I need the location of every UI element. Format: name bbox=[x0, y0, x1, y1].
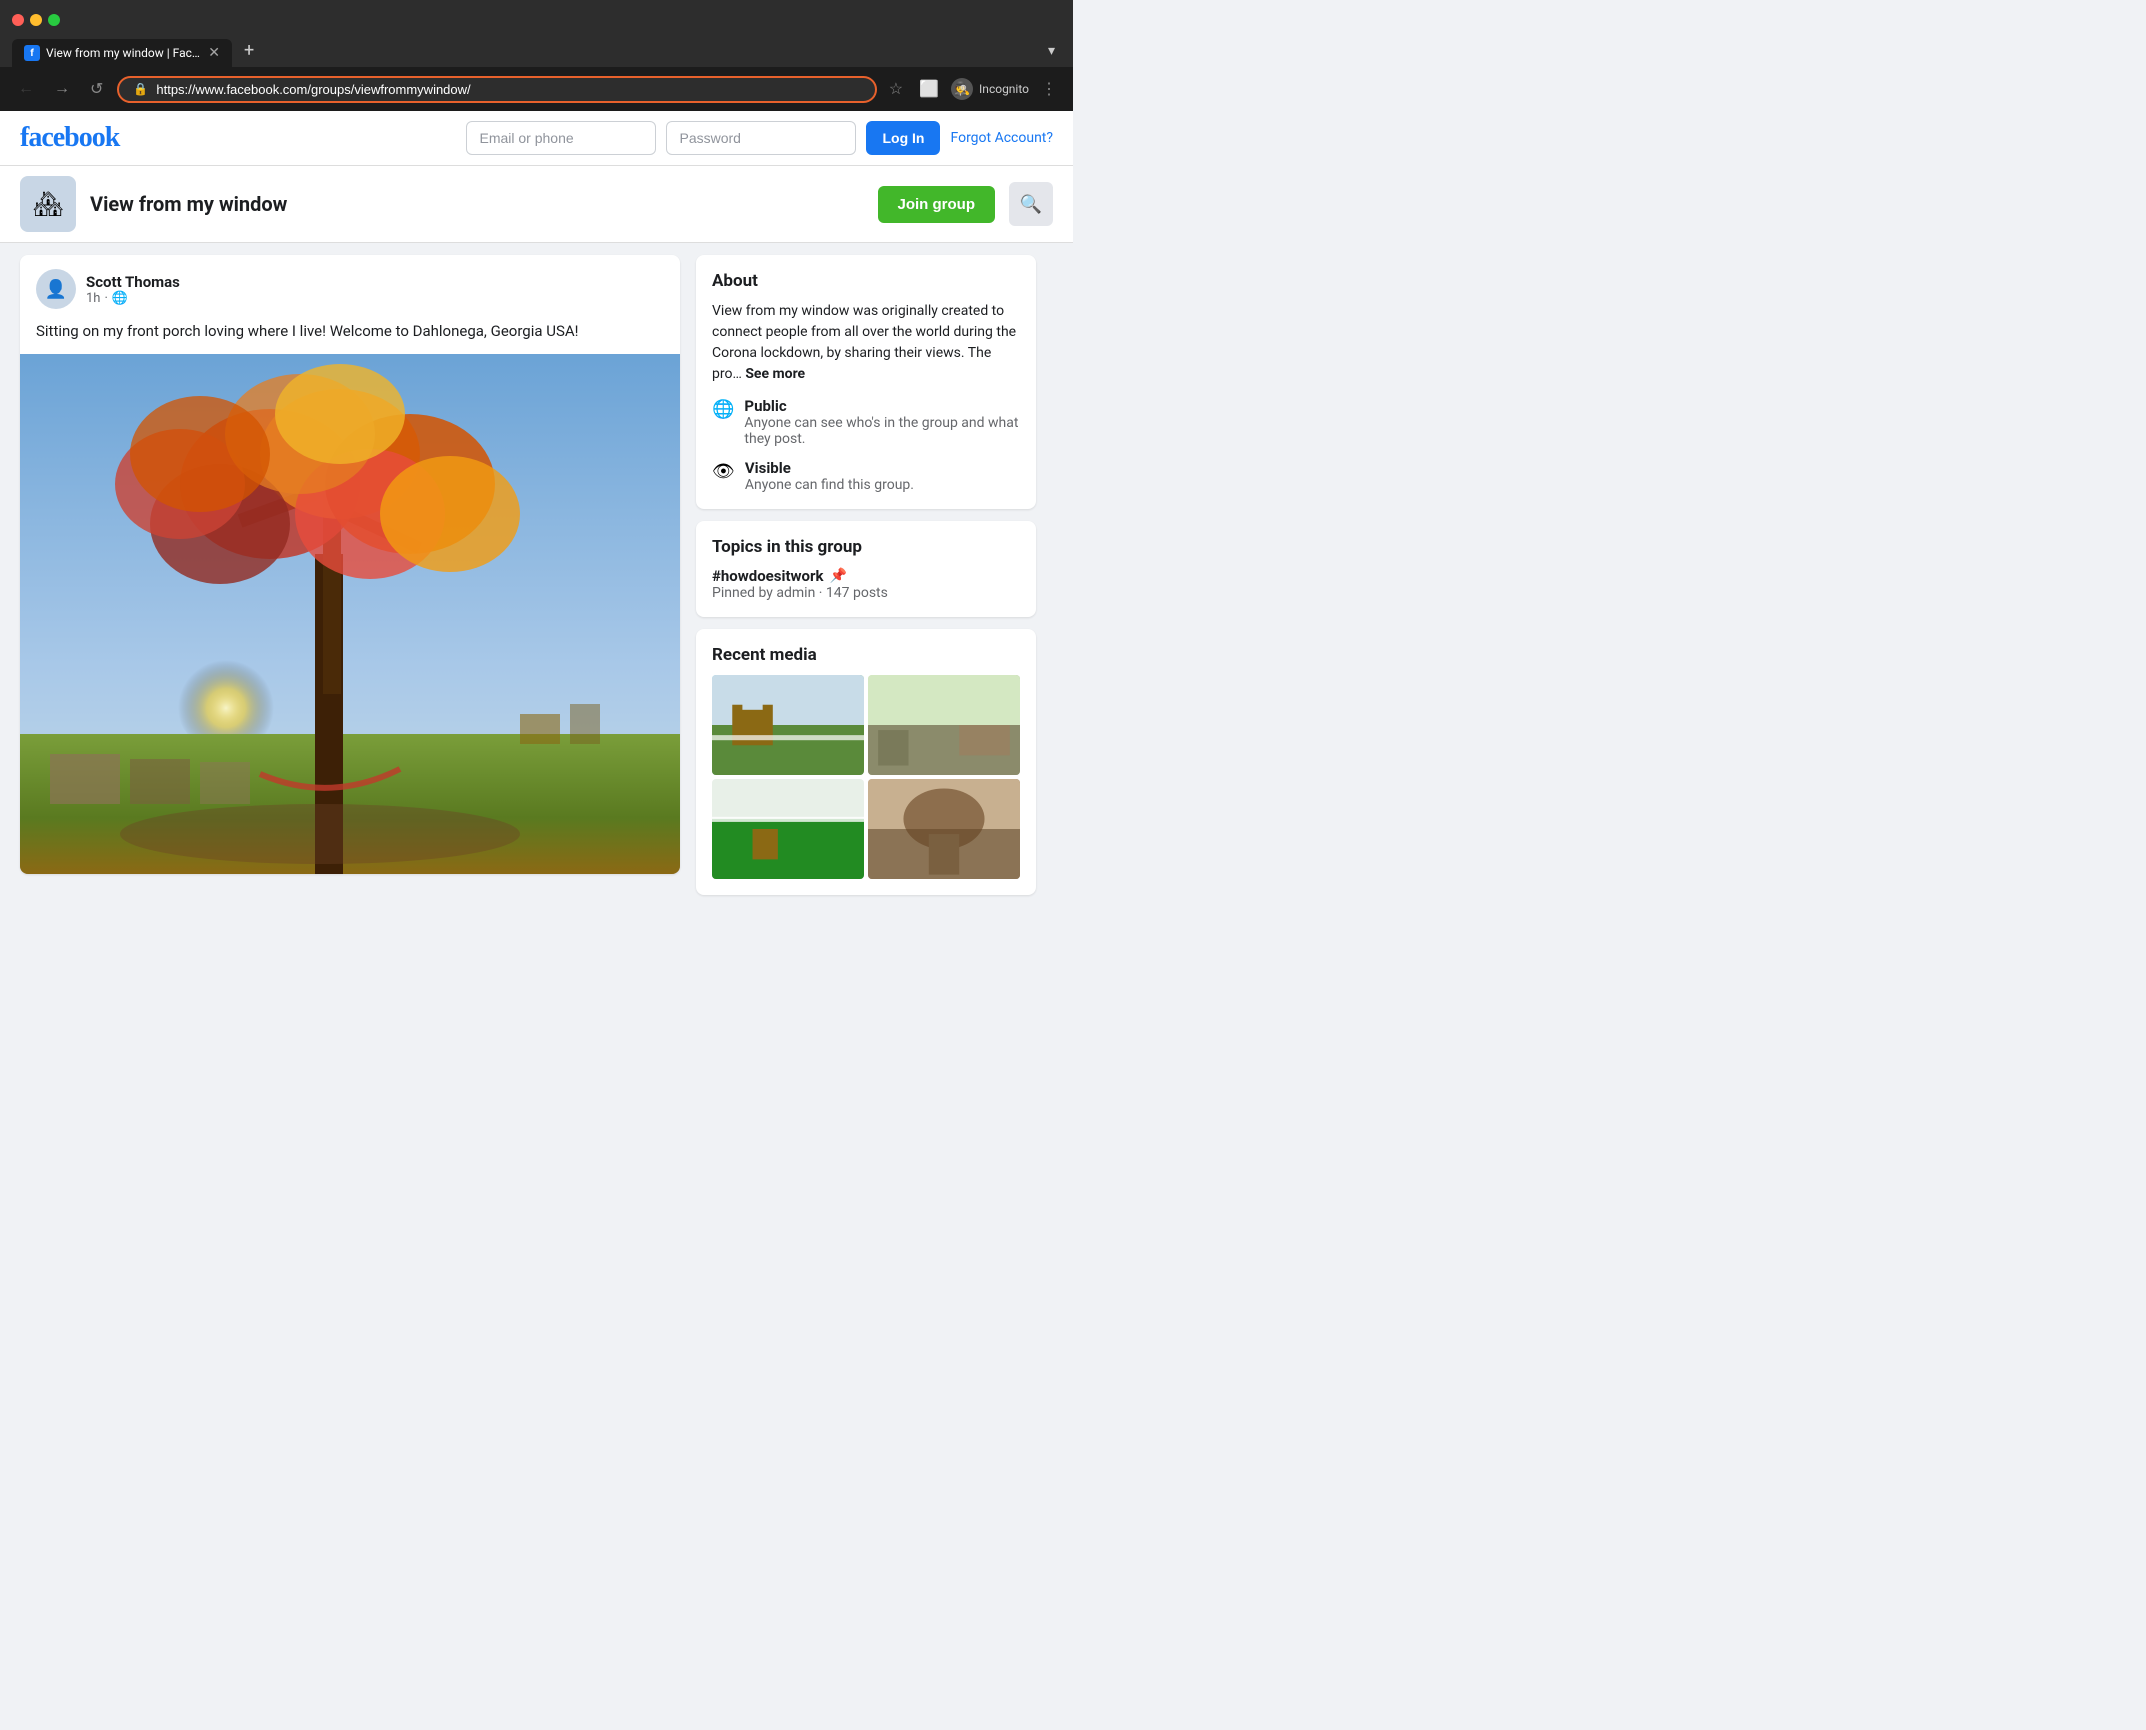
about-text: View from my window was originally creat… bbox=[712, 301, 1020, 385]
post-text: Sitting on my front porch loving where I… bbox=[20, 317, 680, 354]
lock-icon: 🔒 bbox=[133, 82, 148, 96]
password-input[interactable] bbox=[666, 121, 856, 155]
incognito-label: Incognito bbox=[979, 82, 1029, 96]
tab-favicon: f bbox=[24, 45, 40, 61]
forgot-account-link[interactable]: Forgot Account? bbox=[950, 130, 1053, 146]
maximize-window-button[interactable] bbox=[48, 14, 60, 26]
url-input[interactable] bbox=[156, 82, 860, 97]
media-thumb-3[interactable] bbox=[712, 779, 864, 879]
feed-column: 👤 Scott Thomas 1h · 🌐 Sitting on my fron… bbox=[20, 255, 680, 1031]
browser-tab-bar: f View from my window | Facebo ✕ + ▾ bbox=[12, 34, 1061, 67]
media-thumb-2[interactable] bbox=[868, 675, 1020, 775]
login-button[interactable]: Log In bbox=[866, 121, 940, 155]
visible-icon: 👁 bbox=[712, 461, 735, 482]
main-content: 👤 Scott Thomas 1h · 🌐 Sitting on my fron… bbox=[0, 243, 1073, 1043]
facebook-logo: facebook bbox=[20, 122, 119, 154]
post-header: 👤 Scott Thomas 1h · 🌐 bbox=[20, 255, 680, 317]
group-search-button[interactable]: 🔍 bbox=[1009, 182, 1053, 226]
about-card: About View from my window was originally… bbox=[696, 255, 1036, 509]
group-header: 🏘 View from my window Join group 🔍 bbox=[0, 166, 1073, 243]
avatar: 👤 bbox=[36, 269, 76, 309]
media-thumb-1[interactable] bbox=[712, 675, 864, 775]
visible-info: 👁 Visible Anyone can find this group. bbox=[712, 459, 1020, 493]
post-time: 1h bbox=[86, 291, 100, 306]
incognito-badge: 🕵 Incognito bbox=[951, 78, 1029, 100]
sidebar: About View from my window was originally… bbox=[696, 255, 1036, 1031]
email-input[interactable] bbox=[466, 121, 656, 155]
facebook-header: facebook Log In Forgot Account? bbox=[0, 111, 1073, 166]
media-thumb-4[interactable] bbox=[868, 779, 1020, 879]
bookmark-button[interactable]: ☆ bbox=[885, 75, 907, 103]
public-desc: Anyone can see who's in the group and wh… bbox=[744, 415, 1020, 447]
post-image-svg bbox=[20, 354, 680, 874]
topics-card: Topics in this group #howdoesitwork 📌 Pi… bbox=[696, 521, 1036, 617]
post-user-info: Scott Thomas 1h · 🌐 bbox=[86, 273, 180, 306]
post-author-name[interactable]: Scott Thomas bbox=[86, 273, 180, 291]
group-name: View from my window bbox=[90, 192, 864, 216]
group-icon: 🏘 bbox=[20, 176, 76, 232]
post-image bbox=[20, 354, 680, 874]
close-window-button[interactable] bbox=[12, 14, 24, 26]
separator: · bbox=[104, 291, 107, 306]
recent-media-card: Recent media bbox=[696, 629, 1036, 895]
address-bar[interactable]: 🔒 bbox=[117, 76, 876, 103]
topic-item: #howdoesitwork 📌 Pinned by admin · 147 p… bbox=[712, 567, 1020, 601]
traffic-lights bbox=[12, 8, 1061, 34]
about-title: About bbox=[712, 271, 1020, 291]
split-view-button[interactable]: ⬜ bbox=[915, 75, 943, 103]
new-tab-button[interactable]: + bbox=[234, 34, 264, 67]
pin-icon: 📌 bbox=[830, 568, 847, 584]
incognito-icon: 🕵 bbox=[951, 78, 973, 100]
reload-button[interactable]: ↺ bbox=[84, 75, 109, 103]
minimize-window-button[interactable] bbox=[30, 14, 42, 26]
forward-button[interactable]: → bbox=[48, 76, 76, 102]
post-card: 👤 Scott Thomas 1h · 🌐 Sitting on my fron… bbox=[20, 255, 680, 874]
see-more-link[interactable]: See more bbox=[745, 366, 805, 382]
tab-close-button[interactable]: ✕ bbox=[208, 45, 220, 61]
topic-hashtag[interactable]: #howdoesitwork 📌 bbox=[712, 567, 1020, 585]
browser-chrome: f View from my window | Facebo ✕ + ▾ bbox=[0, 0, 1073, 67]
browser-menu-button[interactable]: ⋮ bbox=[1037, 75, 1061, 103]
toolbar-actions: ☆ ⬜ 🕵 Incognito ⋮ bbox=[885, 75, 1061, 103]
public-info: 🌐 Public Anyone can see who's in the gro… bbox=[712, 397, 1020, 447]
back-button[interactable]: ← bbox=[12, 76, 40, 102]
post-image-inner bbox=[20, 354, 680, 874]
topics-title: Topics in this group bbox=[712, 537, 1020, 557]
browser-toolbar: ← → ↺ 🔒 ☆ ⬜ 🕵 Incognito ⋮ bbox=[0, 67, 1073, 111]
privacy-icon: 🌐 bbox=[112, 291, 128, 306]
recent-media-title: Recent media bbox=[712, 645, 1020, 665]
public-title: Public bbox=[744, 397, 1020, 415]
recent-media-grid bbox=[712, 675, 1020, 879]
public-icon: 🌐 bbox=[712, 399, 734, 420]
visible-title: Visible bbox=[745, 459, 914, 477]
tab-list-button[interactable]: ▾ bbox=[1042, 37, 1061, 65]
login-form: Log In Forgot Account? bbox=[466, 121, 1053, 155]
search-icon: 🔍 bbox=[1020, 194, 1042, 215]
active-tab[interactable]: f View from my window | Facebo ✕ bbox=[12, 39, 232, 67]
post-meta: 1h · 🌐 bbox=[86, 291, 180, 306]
tab-title: View from my window | Facebo bbox=[46, 46, 202, 60]
visible-desc: Anyone can find this group. bbox=[745, 477, 914, 493]
join-group-button[interactable]: Join group bbox=[878, 186, 996, 223]
topic-meta: Pinned by admin · 147 posts bbox=[712, 585, 1020, 601]
